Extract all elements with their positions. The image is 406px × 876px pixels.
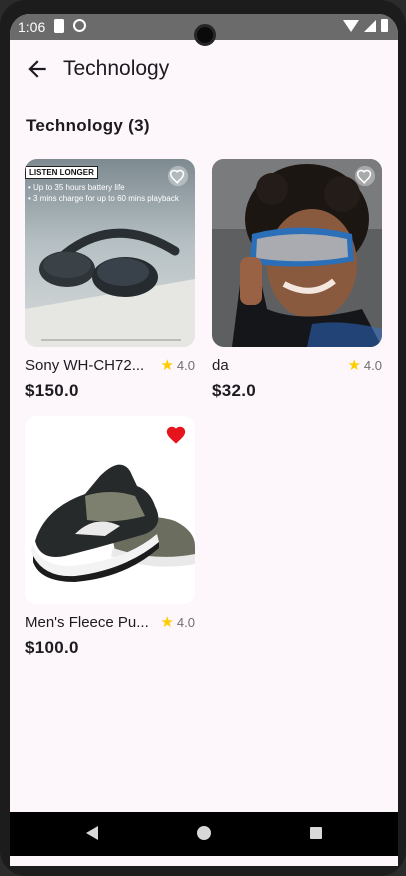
storage-icon [54,19,64,33]
front-camera [194,24,216,46]
product-card[interactable]: LISTEN LONGER • Up to 35 hours battery l… [25,159,195,401]
star-icon: ★ [347,357,361,374]
rating: ★ 4.0 [160,358,195,373]
ad-line: • 3 mins charge for up to 60 mins playba… [28,194,179,203]
device-frame: 1:06 G Technology Technology (3) [0,0,406,876]
arrow-left-icon[interactable] [24,56,50,82]
product-card[interactable]: Men's Fleece Pu... ★ 4.0 $100.0 [25,416,195,658]
name-row: Sony WH-CH72... ★ 4.0 [25,357,195,377]
wifi-icon [343,19,359,32]
product-price: $150.0 [25,381,79,400]
product-name: Men's Fleece Pu... [25,614,149,631]
name-row: Men's Fleece Pu... ★ 4.0 [25,614,195,634]
favorite-filled-icon[interactable] [165,424,187,446]
rating-value: 4.0 [363,358,382,373]
nav-back-icon[interactable] [86,826,98,840]
app-bar: Technology [10,50,398,90]
navigation-bar [10,812,398,856]
vr-headset-image [212,159,382,347]
product-name: Sony WH-CH72... [25,357,145,374]
rating: ★ 4.0 [347,358,382,373]
star-icon: ★ [160,614,174,631]
favorite-outline-icon[interactable] [167,165,189,187]
rating-value: 4.0 [176,615,195,630]
battery-icon [381,19,388,32]
system-icons [343,19,388,32]
name-row: da ★ 4.0 [212,357,382,377]
product-card[interactable]: da ★ 4.0 $32.0 [212,159,382,401]
data-saver-icon [73,19,86,32]
favorite-outline-icon[interactable] [354,165,376,187]
product-image[interactable]: LISTEN LONGER • Up to 35 hours battery l… [25,159,195,347]
star-icon: ★ [160,357,174,374]
product-price: $32.0 [212,381,257,400]
page-title: Technology [63,57,170,80]
screen: 1:06 G Technology Technology (3) [10,14,398,866]
rating-value: 4.0 [176,358,195,373]
nav-recents-icon[interactable] [310,827,322,839]
section-title: Technology (3) [26,116,150,135]
ad-tag: LISTEN LONGER [25,166,98,179]
rating: ★ 4.0 [160,615,195,630]
product-price: $100.0 [25,638,79,657]
ad-line: • Up to 35 hours battery life [28,183,125,192]
status-time: 1:06 [18,19,46,35]
nav-home-icon[interactable] [197,826,211,840]
product-image[interactable] [25,416,195,604]
product-image[interactable] [212,159,382,347]
signal-icon [364,19,376,32]
notification-icons: G [54,19,86,33]
product-name: da [212,357,229,374]
